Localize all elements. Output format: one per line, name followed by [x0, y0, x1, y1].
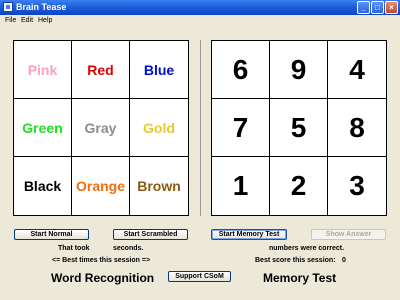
number-value: 9 [290, 53, 307, 85]
number-value: 6 [232, 53, 249, 85]
number-value: 5 [290, 111, 307, 143]
start-normal-button[interactable]: Start Normal [14, 229, 89, 240]
word-recognition-title: Word Recognition [51, 271, 155, 285]
color-word: Blue [143, 61, 175, 78]
word-grid: Pink Red Blue Green Gray Gold Black Oran… [13, 40, 189, 216]
number-value: 8 [349, 111, 365, 143]
window-title: Brain Tease [16, 2, 67, 12]
panel-divider [200, 40, 201, 216]
word-cell: Red [72, 41, 130, 99]
word-cell: Pink [14, 41, 72, 99]
color-word: Brown [137, 178, 181, 194]
word-cell: Black [14, 157, 72, 215]
word-cell: Orange [72, 157, 130, 215]
best-score-label: Best score this session: [255, 257, 336, 264]
close-button[interactable]: × [385, 1, 398, 14]
start-scrambled-button[interactable]: Start Scrambled [113, 229, 188, 240]
word-cell: Brown [130, 157, 188, 215]
menu-file[interactable]: File [5, 17, 16, 24]
number-value: 2 [290, 170, 307, 201]
number-cell: 5 [270, 99, 328, 157]
number-value: 4 [349, 53, 365, 85]
color-word: Red [87, 61, 114, 78]
color-word: Gray [84, 119, 117, 136]
menu-help[interactable]: Help [38, 17, 52, 24]
word-cell: Green [14, 99, 72, 157]
word-cell: Gray [72, 99, 130, 157]
support-button[interactable]: Support CSoM [168, 271, 231, 282]
color-word: Black [23, 178, 62, 194]
color-word: Gold [143, 119, 175, 136]
numbers-correct-label: numbers were correct. [269, 245, 345, 252]
number-value: 1 [232, 170, 249, 201]
number-grid: 6 9 4 7 5 8 1 2 3 [211, 40, 387, 216]
seconds-label: seconds. [113, 245, 144, 252]
title-bar: Brain Tease _ □ × [0, 0, 400, 15]
number-cell: 7 [212, 99, 270, 157]
number-value: 7 [232, 111, 249, 143]
best-times-label: <= Best times this session => [52, 257, 151, 264]
number-cell: 4 [328, 41, 386, 99]
color-word: Pink [27, 61, 58, 78]
number-cell: 6 [212, 41, 270, 99]
color-word: Orange [75, 178, 125, 194]
number-cell: 1 [212, 157, 270, 215]
number-cell: 2 [270, 157, 328, 215]
menu-bar: File Edit Help [0, 15, 400, 27]
number-cell: 9 [270, 41, 328, 99]
color-word: Green [22, 119, 63, 136]
word-cell: Gold [130, 99, 188, 157]
number-value: 3 [349, 170, 365, 201]
show-answer-button[interactable]: Show Answer [311, 229, 386, 240]
minimize-button[interactable]: _ [357, 1, 370, 14]
memory-test-title: Memory Test [263, 271, 337, 285]
start-memory-test-button[interactable]: Start Memory Test [211, 229, 287, 240]
maximize-button[interactable]: □ [371, 1, 384, 14]
number-cell: 8 [328, 99, 386, 157]
best-score-value: 0 [342, 257, 346, 264]
that-took-label: That took [58, 245, 90, 252]
app-icon [3, 2, 13, 12]
menu-edit[interactable]: Edit [21, 17, 33, 24]
number-cell: 3 [328, 157, 386, 215]
word-cell: Blue [130, 41, 188, 99]
